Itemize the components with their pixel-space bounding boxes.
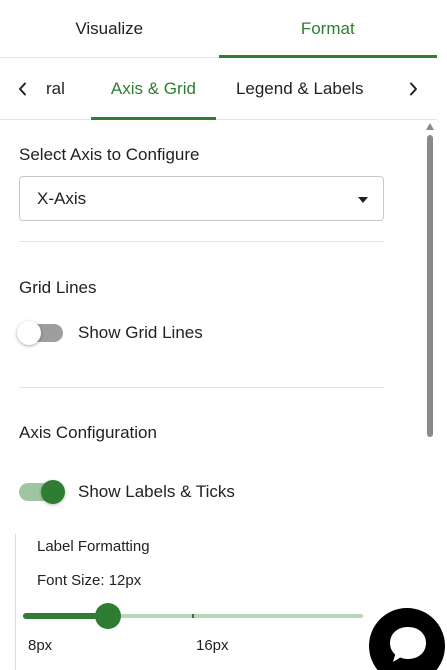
axis-select-dropdown[interactable]: X-Axis bbox=[19, 176, 384, 221]
labels-ticks-switch[interactable] bbox=[19, 480, 65, 504]
panel-scrollbar[interactable] bbox=[426, 121, 434, 649]
font-size-slider[interactable] bbox=[23, 603, 363, 629]
show-labels-ticks-label: Show Labels & Ticks bbox=[78, 482, 235, 501]
slider-tick-mark bbox=[192, 614, 194, 618]
tab-general-partial[interactable]: ral bbox=[46, 58, 91, 119]
tab-format-label: Format bbox=[300, 18, 355, 38]
tab-legend-labels[interactable]: Legend & Labels bbox=[216, 58, 384, 119]
tab-general-partial-label: ral bbox=[46, 78, 65, 98]
tab-axis-grid-label: Axis & Grid bbox=[110, 78, 196, 98]
slider-min-label: 8px bbox=[28, 637, 53, 654]
slider-mid-label: 16px bbox=[196, 637, 229, 654]
axis-select-label: Select Axis to Configure bbox=[19, 145, 200, 164]
grid-lines-heading: Grid Lines bbox=[19, 278, 97, 297]
axis-select-value: X-Axis bbox=[37, 188, 87, 208]
tab-axis-grid[interactable]: Axis & Grid bbox=[90, 58, 216, 120]
format-panel: Select Axis to Configure X-Axis Grid Lin… bbox=[0, 121, 437, 670]
dropdown-caret-icon bbox=[358, 197, 368, 203]
slider-thumb[interactable] bbox=[95, 603, 121, 629]
scroll-tabs-left-button[interactable] bbox=[0, 58, 46, 119]
show-labels-ticks-toggle[interactable]: Show Labels & Ticks bbox=[19, 480, 235, 504]
tab-visualize[interactable]: Visualize bbox=[0, 0, 219, 57]
label-formatting-section: Label Formatting Font Size: 12px bbox=[15, 534, 365, 670]
chat-bubble-icon bbox=[390, 627, 426, 662]
tab-visualize-label: Visualize bbox=[75, 18, 144, 38]
top-tab-bar: Visualize Format bbox=[0, 0, 437, 58]
tab-format[interactable]: Format bbox=[218, 0, 438, 58]
font-size-label: Font Size: 12px bbox=[37, 572, 142, 589]
section-divider bbox=[19, 241, 384, 242]
grid-lines-switch[interactable] bbox=[17, 321, 63, 345]
scroll-up-arrow-icon[interactable] bbox=[426, 123, 434, 130]
show-grid-lines-toggle[interactable]: Show Grid Lines bbox=[17, 321, 203, 345]
section-divider bbox=[19, 387, 384, 388]
axis-configuration-heading: Axis Configuration bbox=[19, 423, 157, 442]
show-grid-lines-label: Show Grid Lines bbox=[78, 323, 203, 342]
chevron-left-icon bbox=[19, 82, 26, 95]
switch-knob bbox=[41, 480, 65, 504]
scroll-tabs-right-button[interactable] bbox=[389, 58, 437, 119]
chevron-right-icon bbox=[410, 82, 417, 95]
sub-tab-bar: ral Axis & Grid Legend & Labels bbox=[0, 58, 437, 120]
label-formatting-heading: Label Formatting bbox=[37, 538, 150, 555]
tab-legend-labels-label: Legend & Labels bbox=[235, 78, 364, 98]
scrollbar-thumb[interactable] bbox=[427, 135, 433, 437]
switch-knob bbox=[17, 321, 41, 345]
